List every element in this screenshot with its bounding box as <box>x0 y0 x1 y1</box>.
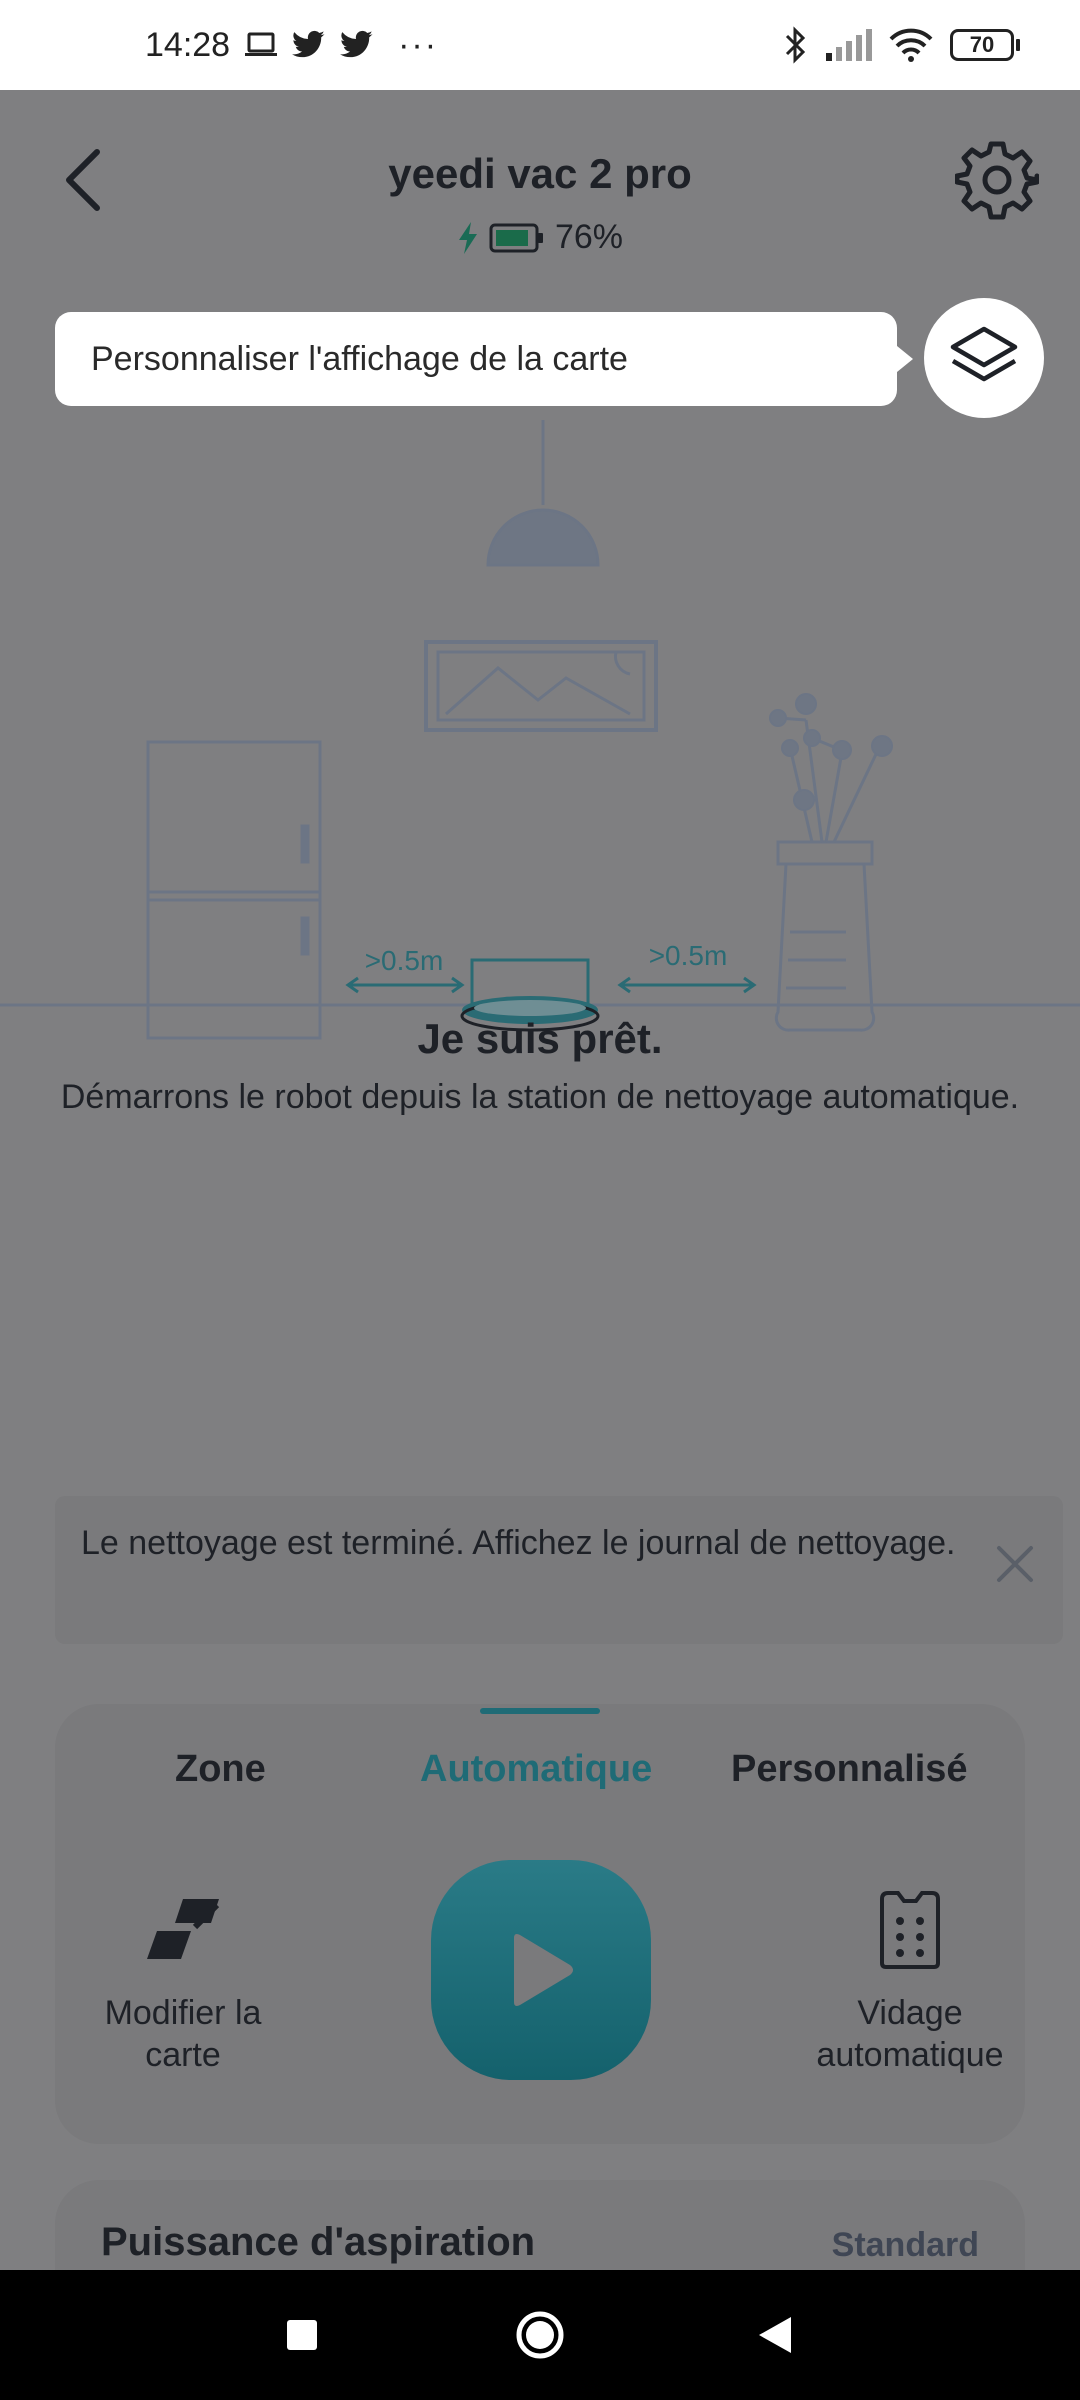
cleaning-mode-card: Zone Automatique Personnalisé Modifier l… <box>55 1704 1025 2144</box>
tab-zone[interactable]: Zone <box>175 1748 266 1791</box>
left-distance-label: >0.5m <box>365 945 444 976</box>
edit-map-label: Modifier la carte <box>104 1994 262 2074</box>
home-button[interactable] <box>510 2305 570 2365</box>
charging-bolt-icon <box>458 221 477 254</box>
device-battery: 76% <box>0 218 1080 257</box>
status-left: 14:28 ··· <box>145 26 438 65</box>
battery-percent: 76% <box>554 218 624 256</box>
ready-subtitle: Démarrons le robot depuis la station de … <box>60 1078 1020 1116</box>
suction-power-card[interactable]: Puissance d'aspiration Standard <box>55 2180 1025 2270</box>
start-cleaning-button[interactable] <box>431 1860 651 2080</box>
tab-automatique[interactable]: Automatique <box>420 1748 652 1791</box>
edit-map-button[interactable]: Modifier la carte <box>73 1884 293 2076</box>
suction-title: Puissance d'aspiration <box>101 2220 536 2264</box>
wifi-icon <box>888 28 934 62</box>
home-circle-icon <box>516 2311 564 2359</box>
auto-empty-station-icon <box>880 1891 940 1969</box>
tooltip-text: Personnaliser l'affichage de la carte <box>91 339 628 378</box>
more-notifications-icon: ··· <box>398 25 439 64</box>
map-display-tooltip: Personnaliser l'affichage de la carte <box>55 312 913 406</box>
system-nav-bar <box>0 2270 1080 2400</box>
layers-icon <box>950 326 1018 382</box>
suction-value[interactable]: Standard <box>832 2226 979 2265</box>
app-screen: yeedi vac 2 pro 76% Personnaliser l'affi… <box>0 90 1080 2270</box>
settings-button[interactable] <box>954 138 1040 222</box>
close-icon <box>997 1546 1033 1582</box>
status-battery-level: 70 <box>950 29 1014 61</box>
recents-button[interactable] <box>272 2305 332 2365</box>
ready-title: Je suis prêt. <box>417 1015 663 1062</box>
twitter-icon <box>292 30 326 60</box>
tab-personnalise[interactable]: Personnalisé <box>731 1748 968 1791</box>
twitter-icon <box>340 30 374 60</box>
recents-square-icon <box>287 2320 317 2350</box>
active-tab-indicator <box>480 1708 600 1714</box>
auto-empty-button[interactable]: Vidage automatique <box>800 1884 1020 2076</box>
bluetooth-icon <box>784 26 808 64</box>
cleaning-finished-notice[interactable]: Le nettoyage est terminé. Affichez le jo… <box>55 1496 1063 1644</box>
back-triangle-icon <box>759 2317 791 2353</box>
battery-icon <box>489 223 543 252</box>
edit-map-icon <box>147 1899 220 1959</box>
auto-empty-label: Vidage automatique <box>816 1994 1004 2074</box>
laptop-icon <box>244 31 278 59</box>
map-layers-button[interactable] <box>924 298 1044 418</box>
status-bar: 14:28 ··· 70 <box>0 0 1080 90</box>
signal-icon <box>824 29 872 61</box>
right-distance-label: >0.5m <box>649 940 728 971</box>
notice-text: Le nettoyage est terminé. Affichez le jo… <box>81 1524 956 1562</box>
system-back-button[interactable] <box>745 2305 805 2365</box>
play-icon <box>514 1934 573 2006</box>
gear-icon <box>954 141 1040 220</box>
status-right: 70 <box>784 26 1020 64</box>
room-illustration: >0.5m >0.5m <box>0 420 1080 1070</box>
notice-close-button[interactable] <box>993 1542 1037 1586</box>
device-title: yeedi vac 2 pro <box>388 150 692 197</box>
status-time: 14:28 <box>145 25 231 64</box>
battery-icon: 70 <box>950 29 1020 61</box>
